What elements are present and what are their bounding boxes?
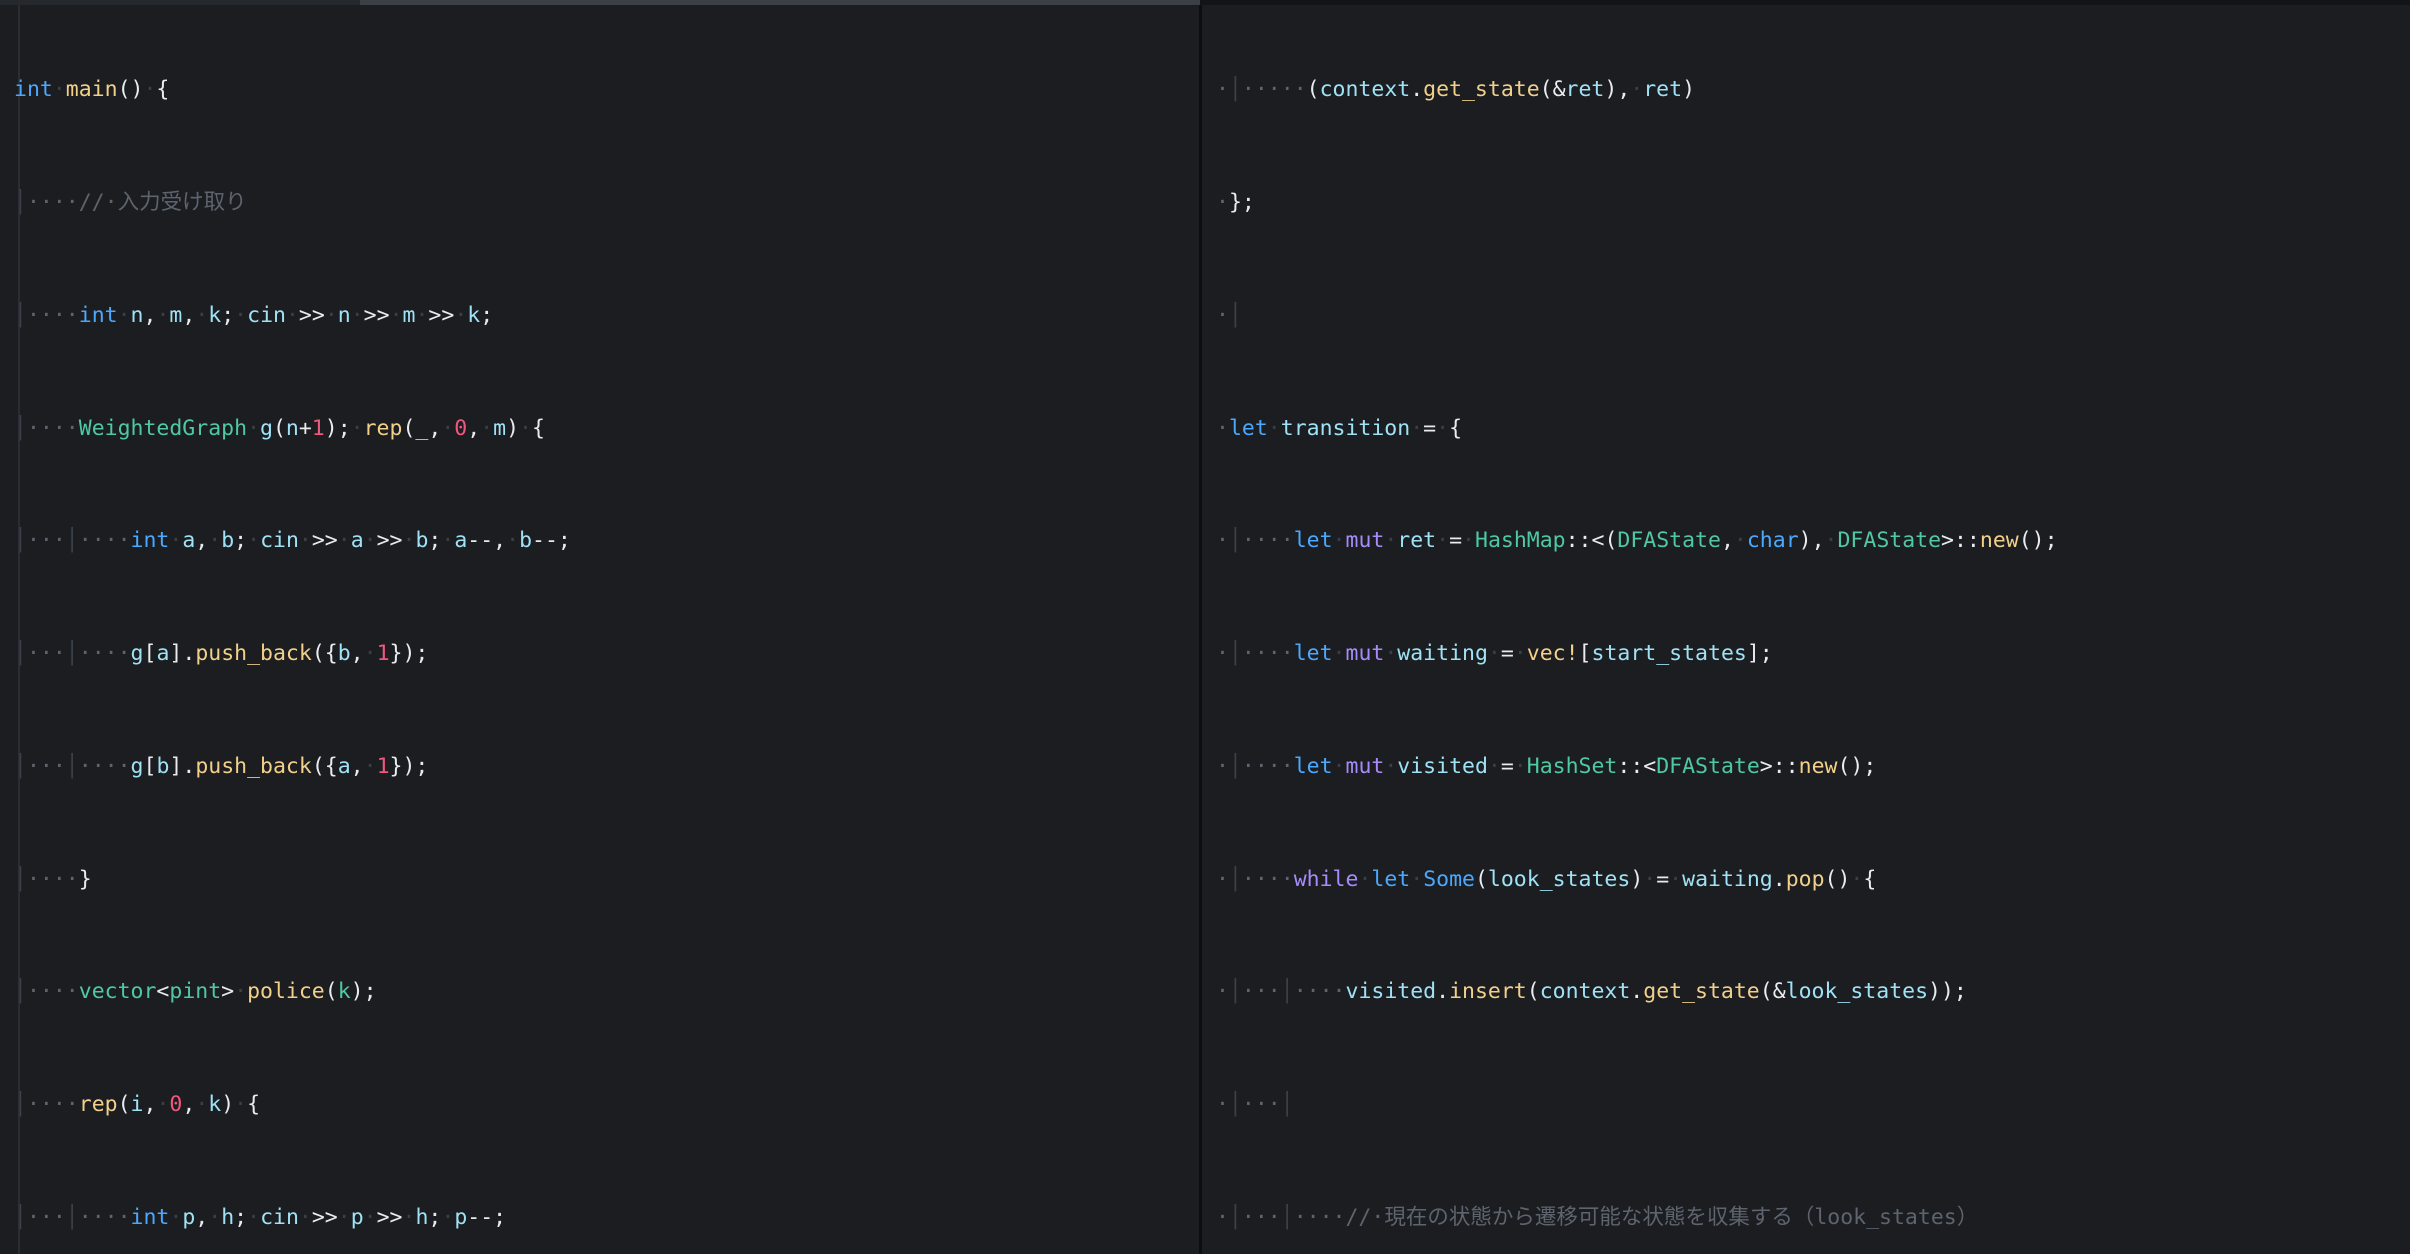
code-line[interactable]: ·│···│····visited.insert(context.get_sta…	[1216, 973, 2058, 1011]
code-line[interactable]: ·│···│····//·現在の状態から遷移可能な状態を収集する（look_st…	[1216, 1199, 2058, 1237]
code-line[interactable]: │···│····int·p,·h;·cin·>>·p·>>·h;·p--;	[14, 1199, 782, 1237]
code-line[interactable]: │····rep(i,·0,·k)·{	[14, 1086, 782, 1124]
code-line[interactable]: ·│·····(context.get_state(&ret),·ret)	[1216, 71, 2058, 109]
code-line[interactable]: ·let·transition·=·{	[1216, 410, 2058, 448]
code-line[interactable]: │····//·入力受け取り	[14, 184, 782, 222]
cpp-editor-pane[interactable]: int·main()·{ │····//·入力受け取り │····int·n,·…	[0, 0, 1199, 1254]
rust-editor-pane[interactable]: ·│·····(context.get_state(&ret),·ret) ·}…	[1202, 0, 2410, 1254]
code-line[interactable]: │····}	[14, 861, 782, 899]
code-line[interactable]: │···│····g[b].push_back({a,·1});	[14, 748, 782, 786]
code-line[interactable]: │····vector<pint>·police(k);	[14, 973, 782, 1011]
code-line[interactable]: ·│····let·mut·ret·=·HashMap::<(DFAState,…	[1216, 522, 2058, 560]
code-line[interactable]: int·main()·{	[14, 71, 782, 109]
code-editor-window: int·main()·{ │····//·入力受け取り │····int·n,·…	[0, 0, 2410, 1254]
code-line[interactable]: │····int·n,·m,·k;·cin·>>·n·>>·m·>>·k;	[14, 297, 782, 335]
code-line[interactable]: ·│····while·let·Some(look_states)·=·wait…	[1216, 861, 2058, 899]
code-line[interactable]: │····WeightedGraph·g(n+1);·rep(_,·0,·m)·…	[14, 410, 782, 448]
code-line[interactable]: ·│····let·mut·visited·=·HashSet::<DFASta…	[1216, 748, 2058, 786]
code-line[interactable]: ·│····let·mut·waiting·=·vec![start_state…	[1216, 635, 2058, 673]
code-line[interactable]: ·│···│	[1216, 1086, 2058, 1124]
code-line[interactable]: │···│····g[a].push_back({b,·1});	[14, 635, 782, 673]
rust-code-block[interactable]: ·│·····(context.get_state(&ret),·ret) ·}…	[1216, 0, 2058, 1254]
cpp-code-block[interactable]: int·main()·{ │····//·入力受け取り │····int·n,·…	[14, 0, 782, 1254]
code-line[interactable]: ·│	[1216, 297, 2058, 335]
code-line[interactable]: ·};	[1216, 184, 2058, 222]
code-line[interactable]: │···│····int·a,·b;·cin·>>·a·>>·b;·a--,·b…	[14, 522, 782, 560]
